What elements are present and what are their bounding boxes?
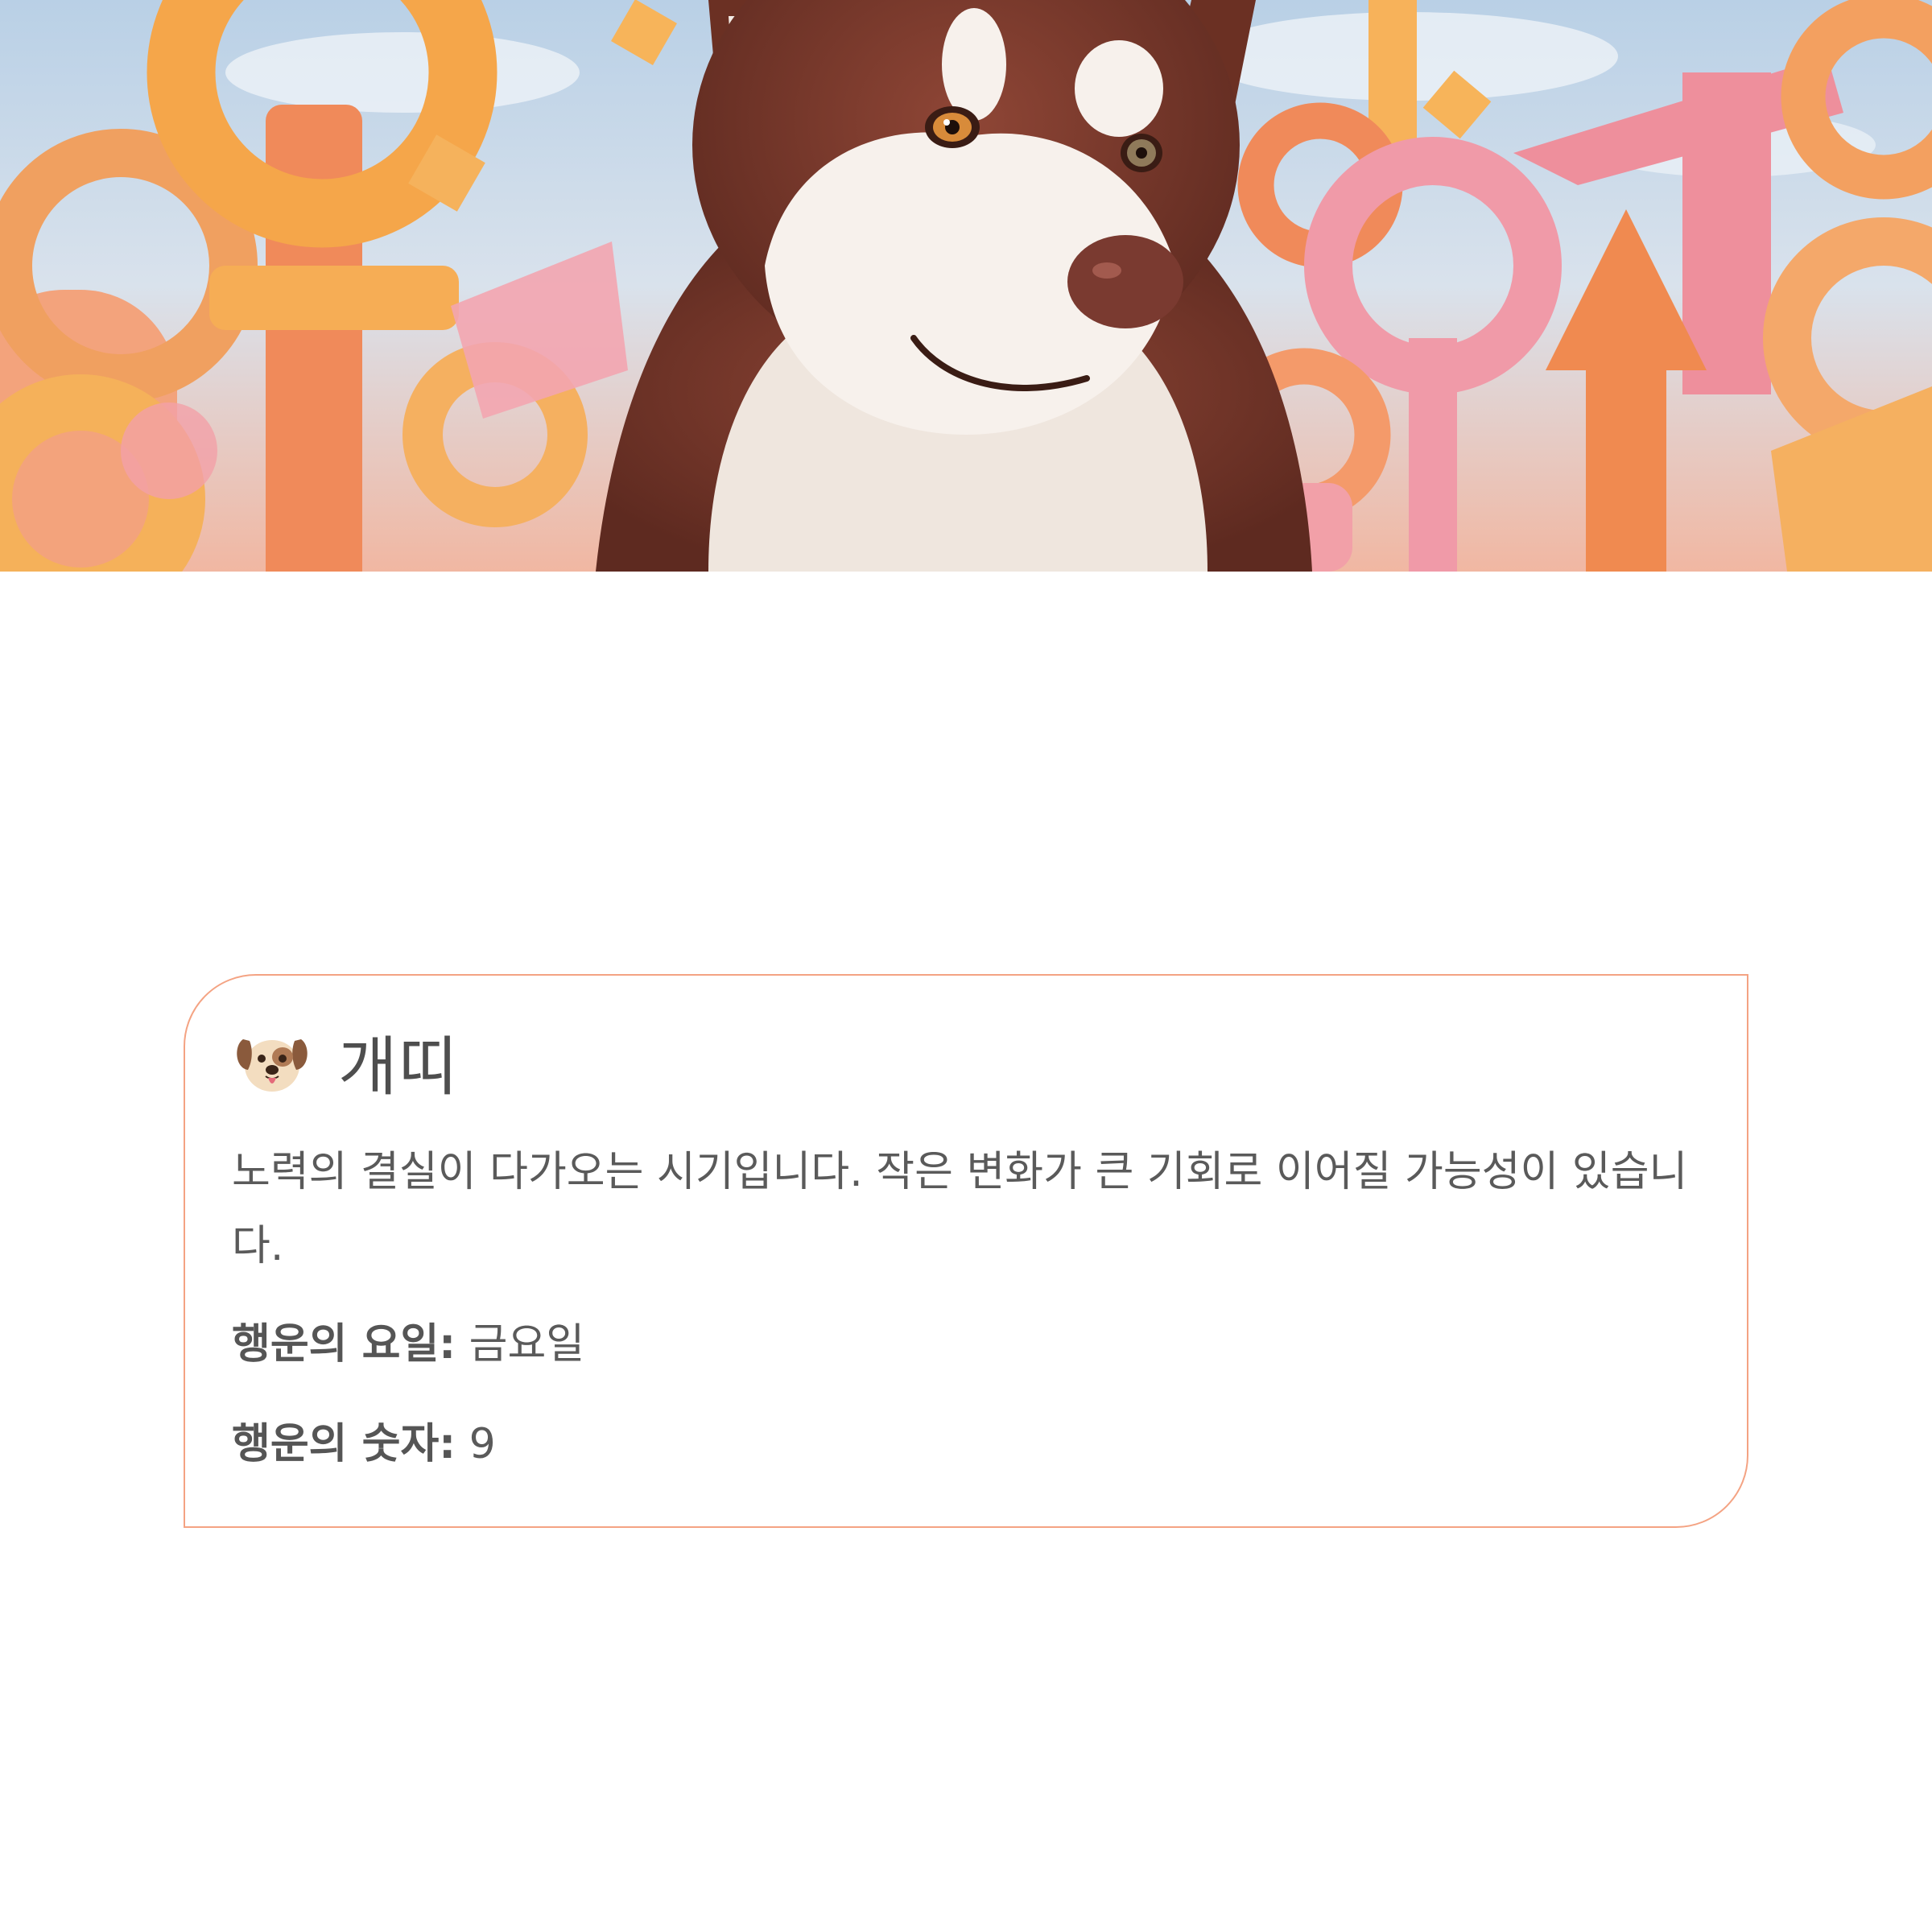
- fortune-card: 개띠 노력의 결실이 다가오는 시기입니다. 작은 변화가 큰 기회로 이어질 …: [184, 974, 1748, 1528]
- lucky-number-value: 9: [469, 1420, 496, 1468]
- lucky-day-value: 금요일: [469, 1320, 585, 1368]
- lucky-number-label: 행운의 숫자:: [232, 1420, 456, 1468]
- lucky-day-row: 행운의 요일: 금요일: [232, 1307, 1700, 1381]
- fortune-description: 노력의 결실이 다가오는 시기입니다. 작은 변화가 큰 기회로 이어질 가능성…: [232, 1148, 1688, 1270]
- dog-face-icon: [237, 1039, 308, 1092]
- hero-image: [0, 0, 1932, 572]
- card-title: 개띠: [338, 1030, 459, 1104]
- dog-illustration: [596, 0, 1312, 572]
- lucky-day-label: 행운의 요일:: [232, 1320, 456, 1368]
- card-header: 개띠: [232, 1018, 1700, 1106]
- dog-zodiac-illustration: [0, 0, 1932, 572]
- lucky-number-row: 행운의 숫자: 9: [232, 1407, 1700, 1481]
